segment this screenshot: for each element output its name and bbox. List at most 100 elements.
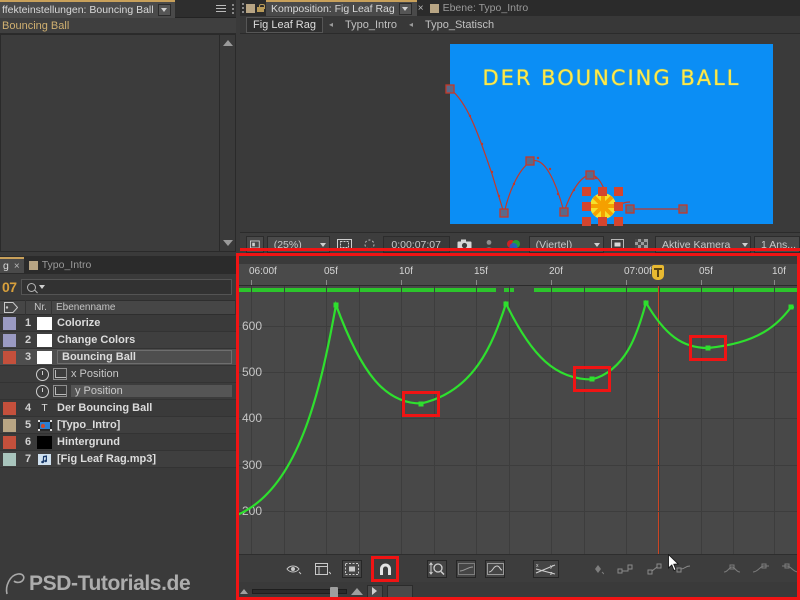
layer-name[interactable]: Der Bouncing Ball	[57, 402, 152, 414]
ruler-tick-mark	[326, 280, 327, 285]
keyframe-hold-icon[interactable]	[616, 560, 636, 578]
layer-name[interactable]: [Typo_Intro]	[57, 419, 120, 431]
table-row[interactable]: 5 [Typo_Intro]	[0, 417, 236, 434]
tab-fig-leaf-rag[interactable]: g ×	[0, 257, 24, 273]
audio-layer-icon	[37, 453, 52, 466]
keyframe-marker[interactable]	[504, 301, 509, 306]
scroll-arrow-icon[interactable]	[367, 585, 383, 598]
ruler-tick-mark	[626, 280, 627, 285]
effect-controls-tabbar: ffekteinstellungen: Bouncing Ball	[0, 0, 236, 18]
layer-color-swatch[interactable]	[3, 436, 16, 449]
timeline-timecode[interactable]: 07	[2, 279, 17, 295]
tab-komposition[interactable]: Komposition: Fig Leaf Rag	[266, 0, 417, 16]
timeline-ruler[interactable]: 06:00f05f10f15f20f07:00f05f10f15f	[236, 264, 800, 286]
property-name: x Position	[71, 368, 119, 380]
ruler-tick-label: 20f	[549, 266, 563, 277]
graph-editor-canvas[interactable]: 200300400500600	[236, 286, 800, 554]
effect-controls-subtitle: Bouncing Ball	[0, 18, 236, 34]
keyframe-diamond-icon[interactable]	[587, 560, 607, 578]
chevron-down-icon[interactable]	[399, 3, 412, 15]
easy-ease-icon[interactable]	[722, 560, 742, 578]
composition-toolbar: (25%) 0:00:07:07 (Viertel)	[240, 232, 800, 256]
tab-typo-intro[interactable]: Typo_Intro	[24, 257, 97, 273]
keyframe-marker[interactable]	[334, 302, 339, 307]
property-row-x-position[interactable]: x Position	[0, 366, 236, 383]
chevron-down-icon	[742, 243, 748, 247]
table-row[interactable]: 1 Colorize	[0, 315, 236, 332]
layer-name[interactable]: [Fig Leaf Rag.mp3]	[57, 453, 156, 465]
ruler-tick-mark	[401, 280, 402, 285]
breadcrumb-separator: ◂	[329, 20, 333, 29]
fit-selection-icon[interactable]	[342, 560, 362, 578]
graph-options-icon[interactable]	[313, 560, 333, 578]
horizontal-scrollbar[interactable]	[387, 585, 413, 598]
layer-color-swatch[interactable]	[3, 334, 16, 347]
fit-selection-graph-icon[interactable]	[456, 560, 476, 578]
graph-curve-icon[interactable]	[53, 385, 67, 397]
lock-icon[interactable]	[255, 3, 266, 14]
layer-name[interactable]: Colorize	[57, 317, 100, 329]
column-header-nr[interactable]: Nr.	[26, 300, 52, 315]
layer-color-swatch[interactable]	[3, 419, 16, 432]
table-row[interactable]: 2 Change Colors	[0, 332, 236, 349]
property-row-y-position[interactable]: y Position	[0, 383, 236, 400]
close-icon[interactable]: ×	[417, 3, 425, 14]
table-row-selected[interactable]: 3 Bouncing Ball	[0, 349, 236, 366]
layer-color-swatch[interactable]	[3, 351, 16, 364]
playhead-marker-icon[interactable]	[652, 265, 664, 280]
property-name: y Position	[71, 385, 232, 397]
zoom-slider-knob[interactable]	[330, 587, 338, 598]
keyframe-linear-icon[interactable]	[645, 560, 665, 578]
stopwatch-icon[interactable]	[36, 385, 49, 398]
scroll-up-icon[interactable]	[220, 35, 236, 51]
ruler-tick-mark	[701, 280, 702, 285]
show-properties-eye-icon[interactable]	[284, 560, 304, 578]
tab-ebene[interactable]: Ebene: Typo_Intro	[425, 0, 534, 16]
layer-name[interactable]: Bouncing Ball	[57, 350, 232, 364]
keyframe-marker[interactable]	[644, 300, 649, 305]
scroll-down-icon[interactable]	[220, 235, 236, 251]
layer-color-swatch[interactable]	[3, 453, 16, 466]
graph-editor-toolbar: xyz	[236, 554, 800, 582]
motion-path-overlay	[440, 44, 785, 226]
ruler-tick-label: 06:00f	[249, 266, 277, 277]
layer-name[interactable]: Hintergrund	[57, 436, 120, 448]
zoom-small-icon[interactable]	[240, 589, 248, 594]
table-row[interactable]: 6 Hintergrund	[0, 434, 236, 451]
column-header-ebenenname[interactable]: Ebenenname	[52, 300, 236, 315]
auto-zoom-icon[interactable]	[427, 560, 447, 578]
tab-effect-controls[interactable]: ffekteinstellungen: Bouncing Ball	[0, 0, 175, 18]
swatch-icon	[246, 4, 255, 13]
layer-columns-header: Nr. Ebenenname	[0, 300, 236, 315]
stopwatch-icon[interactable]	[36, 368, 49, 381]
zoom-large-icon[interactable]	[351, 588, 363, 595]
breadcrumb-item-0[interactable]: Fig Leaf Rag	[246, 17, 323, 33]
snap-magnet-button[interactable]	[371, 556, 399, 582]
layer-color-swatch[interactable]	[3, 402, 16, 415]
easy-ease-in-icon[interactable]	[751, 560, 771, 578]
chevron-down-icon[interactable]	[158, 4, 171, 16]
zoom-slider[interactable]	[252, 589, 347, 594]
ruler-tick-mark	[774, 280, 775, 285]
layer-name[interactable]: Change Colors	[57, 334, 135, 346]
search-input[interactable]	[21, 279, 232, 295]
layer-number: 5	[19, 419, 37, 431]
comp-layer-icon	[37, 419, 52, 432]
breadcrumb-item-1[interactable]: Typo_Intro	[339, 18, 403, 32]
keyframe-marker[interactable]	[789, 305, 794, 310]
chevron-down-icon	[320, 243, 326, 247]
fit-all-graph-icon[interactable]	[485, 560, 505, 578]
easy-ease-out-icon[interactable]	[780, 560, 800, 578]
separate-dimensions-icon[interactable]: xyz	[533, 560, 559, 578]
table-row[interactable]: 4 T Der Bouncing Ball	[0, 400, 236, 417]
graph-curve-icon[interactable]	[53, 368, 67, 380]
table-row[interactable]: 7 [Fig Leaf Rag.mp3]	[0, 451, 236, 468]
graph-editor-panel: 06:00f05f10f15f20f07:00f05f10f15f 200300…	[236, 256, 800, 600]
breadcrumb-item-2[interactable]: Typo_Statisch	[419, 18, 500, 32]
close-icon[interactable]: ×	[13, 261, 21, 272]
effect-controls-scrollbar[interactable]	[219, 35, 235, 251]
chevron-down-icon	[39, 285, 45, 289]
watermark: PSD-Tutorials.de	[4, 572, 190, 596]
panel-menu-icon[interactable]	[212, 1, 230, 17]
layer-color-swatch[interactable]	[3, 317, 16, 330]
